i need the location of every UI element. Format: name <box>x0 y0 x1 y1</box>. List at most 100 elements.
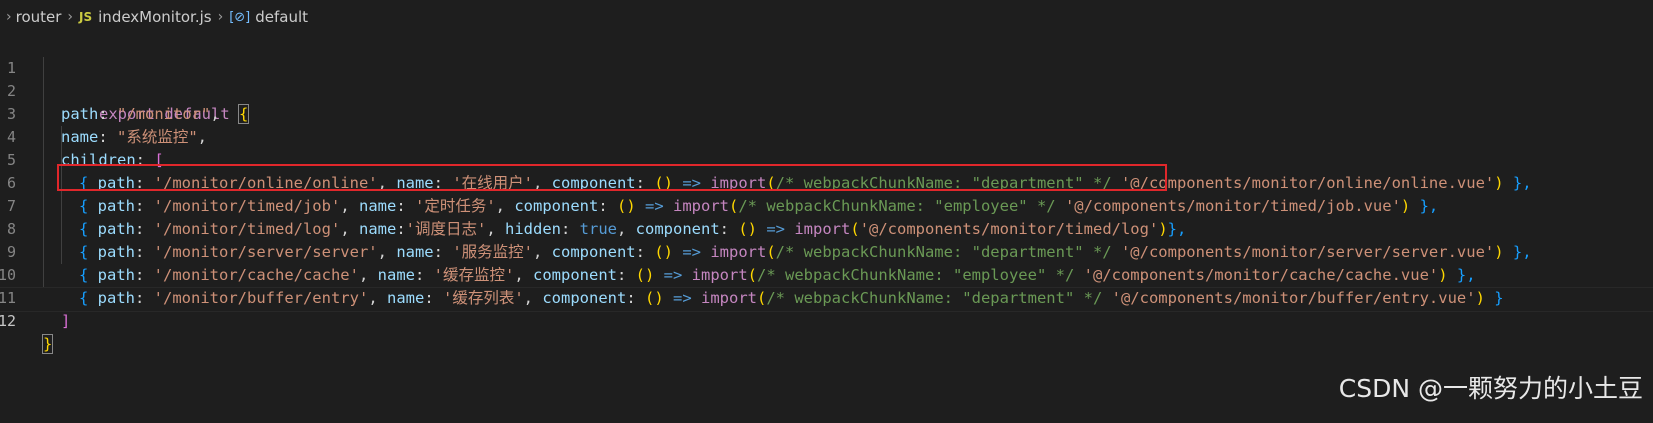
code-line-6[interactable]: 6 { path: '/monitor/timed/job', name: '定… <box>0 149 1438 215</box>
colon: : <box>433 243 453 261</box>
open-paren: ( <box>747 266 758 284</box>
open-brace: { <box>79 220 98 238</box>
close-brace: }, <box>1167 220 1187 238</box>
code-line-7[interactable]: 7 { path: '/monitor/timed/log', name:'调度… <box>0 172 1186 238</box>
close-brace: }, <box>1447 266 1476 284</box>
breadcrumb-symbol[interactable]: default <box>255 8 308 26</box>
property-name: name <box>61 128 99 146</box>
property-component: component <box>533 266 617 284</box>
property-path: path <box>97 220 135 238</box>
code-line-9[interactable]: 9 { path: '/monitor/cache/cache', name: … <box>0 218 1476 284</box>
chevron-right-icon: › <box>6 9 12 25</box>
comma: , <box>514 266 533 284</box>
property-path: path <box>97 266 135 284</box>
code-line-5[interactable]: 5 { path: '/monitor/online/online', name… <box>0 126 1532 192</box>
string-value: '服务监控' <box>452 243 533 261</box>
javascript-file-icon: JS <box>79 10 93 24</box>
colon: : <box>414 266 434 284</box>
code-line-3[interactable]: 3 name: "系统监控", <box>0 80 207 146</box>
breadcrumb-file[interactable]: indexMonitor.js <box>98 8 211 26</box>
property-name: name <box>377 266 415 284</box>
comma: , <box>495 197 515 215</box>
code-line-8[interactable]: 8 { path: '/monitor/server/server', name… <box>0 195 1532 261</box>
string-value: "/monitor" <box>117 105 211 123</box>
code-line-11[interactable]: 11 ] <box>0 264 70 330</box>
arrow-operator: => <box>654 266 692 284</box>
string-value: '/monitor/timed/job' <box>153 197 341 215</box>
arrow-params: () <box>738 220 758 238</box>
close-brace: }, <box>1503 174 1532 192</box>
arrow-params: () <box>617 197 636 215</box>
close-brace: }, <box>1503 243 1532 261</box>
close-brace: } <box>41 334 54 354</box>
comment: /* webpackChunkName: "department" */ <box>775 243 1112 261</box>
code-line-10[interactable]: 10 { path: '/monitor/buffer/entry', name… <box>0 241 1504 307</box>
property-path: path <box>97 197 135 215</box>
arrow-operator: => <box>673 243 711 261</box>
close-paren: ) <box>1494 174 1504 192</box>
colon: : <box>635 243 655 261</box>
code-line-1[interactable]: 1 export default { <box>0 34 250 124</box>
property-name: name <box>358 220 397 238</box>
code-line-2[interactable]: 2 path: "/monitor", <box>0 57 220 123</box>
arrow-operator: => <box>635 197 673 215</box>
comma: , <box>340 197 359 215</box>
string-value: '@/components/monitor/timed/log' <box>859 220 1159 238</box>
code-line-4[interactable]: 4 children: [ <box>0 103 164 169</box>
property-name: name <box>358 197 397 215</box>
colon: : <box>135 266 154 284</box>
open-brace: { <box>79 266 98 284</box>
string-value: '@/components/monitor/cache/cache.vue' <box>1083 266 1439 284</box>
code-editor[interactable]: 1 export default { 2 path: "/monitor", 3… <box>0 34 1653 423</box>
property-path: path <box>97 243 135 261</box>
property-component: component <box>551 243 636 261</box>
colon: : <box>719 220 739 238</box>
open-paren: ( <box>850 220 860 238</box>
arrow-operator: => <box>757 220 795 238</box>
open-paren: ( <box>766 243 776 261</box>
string-value: '定时任务' <box>414 197 496 215</box>
string-value: '缓存监控' <box>433 266 515 284</box>
open-brace: { <box>237 104 250 124</box>
close-paren: ) <box>1158 220 1168 238</box>
import-keyword: import <box>691 266 748 284</box>
colon: : <box>561 220 580 238</box>
boolean-true: true <box>579 220 617 238</box>
colon: : <box>135 243 154 261</box>
colon: : <box>135 220 154 238</box>
watermark: CSDN @一颗努力的小土豆 <box>1338 374 1643 403</box>
breadcrumb-folder[interactable]: router <box>16 8 62 26</box>
string-value: '调度日志' <box>405 220 487 238</box>
code-line-12[interactable]: 12 } <box>0 287 54 354</box>
comma: , <box>340 220 359 238</box>
property-component: component <box>514 197 599 215</box>
comma: , <box>377 243 397 261</box>
open-brace: { <box>79 243 98 261</box>
arrow-params: () <box>635 266 655 284</box>
string-value: '/monitor/cache/cache' <box>153 266 359 284</box>
string-value: "系统监控" <box>117 128 198 146</box>
colon: : <box>135 197 154 215</box>
colon: : <box>396 220 406 238</box>
variable-symbol-icon: [⊘] <box>229 9 251 25</box>
close-paren: ) <box>1438 266 1448 284</box>
close-bracket: ] <box>61 312 71 330</box>
property-name: name <box>396 243 434 261</box>
string-value: '/monitor/server/server' <box>153 243 378 261</box>
string-value: '@/components/monitor/server/server.vue' <box>1120 243 1495 261</box>
import-keyword: import <box>710 243 767 261</box>
import-keyword: import <box>673 197 729 215</box>
comma: , <box>532 243 552 261</box>
import-keyword: import <box>794 220 851 238</box>
string-value: '/monitor/timed/log' <box>153 220 341 238</box>
property-path: path <box>61 105 99 123</box>
colon: : <box>98 128 117 146</box>
line-number: 12 <box>0 312 16 330</box>
current-line-highlight <box>0 287 1653 312</box>
property-hidden: hidden <box>505 220 561 238</box>
breadcrumb: › router › JS indexMonitor.js › [⊘] defa… <box>0 0 1653 34</box>
colon: : <box>396 197 415 215</box>
